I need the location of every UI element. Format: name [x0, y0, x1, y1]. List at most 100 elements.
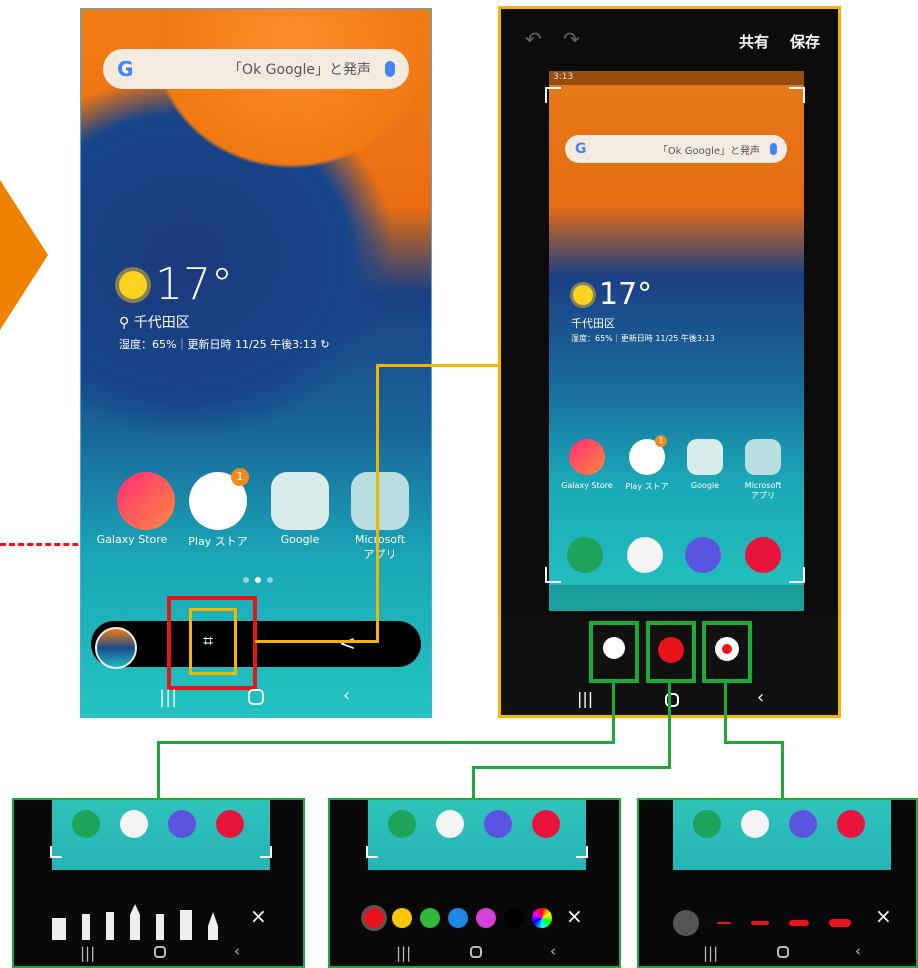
recent-apps-icon[interactable]: ||| — [396, 944, 411, 962]
pen-selection-panel: × ||| ‹ — [12, 798, 305, 968]
back-icon[interactable]: ‹ — [234, 942, 240, 960]
stroke-size-tool-button[interactable] — [702, 621, 752, 683]
location: 千代田区 — [133, 315, 190, 331]
camera-app-icon — [216, 810, 244, 838]
microsoft-folder-icon — [351, 472, 409, 530]
screenshot-thumbnail[interactable] — [95, 627, 137, 669]
yellow-connector — [255, 640, 377, 643]
location: 千代田区 — [571, 317, 615, 330]
home-icon[interactable] — [248, 689, 264, 705]
crop-handle[interactable] — [789, 567, 805, 583]
crop-handle[interactable] — [545, 87, 561, 103]
brush-icon[interactable] — [130, 904, 140, 940]
app-microsoft-folder[interactable] — [351, 472, 409, 530]
phone-app-icon — [567, 537, 603, 573]
home-icon[interactable] — [154, 946, 166, 958]
color-tool-button[interactable] — [646, 621, 696, 683]
sun-icon — [573, 284, 593, 305]
back-icon[interactable]: ‹ — [343, 685, 350, 706]
google-logo-icon: G — [575, 141, 587, 157]
redo-icon[interactable]: ↷ — [563, 27, 580, 51]
location-pin-icon: ⚲ — [119, 315, 130, 331]
recent-apps-icon[interactable]: ||| — [159, 687, 177, 708]
stroke-size-option[interactable] — [829, 919, 851, 927]
google-folder-icon — [271, 472, 329, 530]
app-label: Microsoft アプリ — [354, 533, 406, 561]
google-folder-icon — [687, 439, 723, 475]
recent-apps-icon[interactable]: ||| — [577, 689, 593, 708]
stroke-size-option[interactable] — [717, 922, 731, 924]
back-icon[interactable]: ‹ — [757, 687, 764, 708]
pen-icon — [603, 637, 625, 659]
fountain-pen-icon[interactable] — [106, 912, 114, 940]
share-icon[interactable]: < — [339, 631, 356, 655]
color-swatch[interactable] — [420, 908, 440, 928]
app-google-folder[interactable] — [271, 472, 329, 530]
stroke-size-icon — [715, 637, 739, 661]
screenshot-editor: ↶ ↷ 共有 保存 3:13 G 「Ok Google」と発声 17° 千代田区… — [498, 6, 841, 718]
pen-tool-button[interactable] — [589, 621, 639, 683]
color-swatch[interactable] — [392, 908, 412, 928]
phone-app-icon — [693, 810, 721, 838]
crop-edit-icon[interactable]: ⌗ — [203, 631, 213, 652]
google-search-bar: G 「Ok Google」と発声 — [565, 135, 787, 163]
color-swatch[interactable] — [448, 908, 468, 928]
galaxy-store-icon — [117, 472, 175, 530]
green-connector — [724, 681, 727, 741]
highlighter-icon[interactable] — [208, 912, 218, 940]
home-icon[interactable] — [470, 946, 482, 958]
search-placeholder: 「Ok Google」と発声 — [228, 62, 371, 78]
camera-app-icon — [745, 537, 781, 573]
eraser-icon[interactable] — [52, 918, 66, 940]
internet-app-icon — [685, 537, 721, 573]
recent-apps-icon[interactable]: ||| — [80, 944, 95, 962]
color-swatch[interactable] — [476, 908, 496, 928]
color-icon — [658, 637, 684, 663]
weather-widget: 17° — [573, 277, 652, 312]
home-screen: G 「Ok Google」と発声 17° ⚲ 千代田区 湿度：65%｜更新日時 … — [80, 8, 432, 718]
back-icon[interactable]: ‹ — [855, 942, 861, 960]
app-play-store[interactable]: 1 — [189, 468, 249, 530]
close-icon[interactable]: × — [250, 904, 267, 928]
app-label: Microsoft アプリ — [744, 481, 782, 500]
crop-handle[interactable] — [545, 567, 561, 583]
close-icon[interactable]: × — [566, 904, 583, 928]
close-icon[interactable]: × — [875, 904, 892, 928]
app-label: Galaxy Store — [561, 481, 613, 490]
weather-info: 湿度：65%｜更新日時 11/25 午後3:13 — [571, 334, 715, 343]
refresh-icon[interactable]: ↻ — [320, 338, 329, 351]
weather-widget[interactable]: 17° ⚲ 千代田区 湿度：65%｜更新日時 11/25 午後3:13 ↻ — [119, 259, 330, 352]
app-label: Galaxy Store — [96, 533, 168, 546]
app-label: Play ストア — [188, 535, 248, 548]
save-button[interactable]: 保存 — [790, 31, 820, 52]
share-button[interactable]: 共有 — [739, 31, 769, 52]
undo-icon[interactable]: ↶ — [525, 27, 542, 51]
notification-badge: 1 — [655, 435, 667, 447]
home-icon[interactable] — [777, 946, 789, 958]
marker-icon[interactable] — [180, 910, 192, 940]
google-search-bar[interactable]: G 「Ok Google」と発声 — [103, 49, 409, 89]
green-connector — [612, 681, 615, 741]
microsoft-folder-icon — [745, 439, 781, 475]
recent-apps-icon[interactable]: ||| — [703, 944, 718, 962]
mic-icon[interactable] — [385, 61, 395, 77]
color-swatch[interactable] — [504, 908, 524, 928]
stroke-size-option[interactable] — [751, 921, 769, 925]
camera-app-icon — [837, 810, 865, 838]
stroke-size-option[interactable] — [789, 920, 809, 926]
crop-handle[interactable] — [789, 87, 805, 103]
pencil-icon[interactable] — [156, 914, 164, 940]
pen-icon[interactable] — [82, 914, 90, 940]
color-swatch[interactable] — [364, 908, 384, 928]
au-app-icon — [741, 810, 769, 838]
page-dot — [243, 577, 249, 583]
custom-color-picker-icon[interactable] — [532, 908, 552, 928]
opacity-icon[interactable] — [673, 910, 699, 936]
app-label: Google — [280, 533, 320, 546]
sun-icon — [119, 270, 147, 299]
search-placeholder: 「Ok Google」と発声 — [657, 145, 760, 157]
back-icon[interactable]: ‹ — [550, 942, 556, 960]
weather-info: 湿度：65%｜更新日時 11/25 午後3:13 — [119, 338, 317, 351]
app-galaxy-store[interactable] — [103, 472, 175, 530]
color-palette — [364, 908, 552, 928]
